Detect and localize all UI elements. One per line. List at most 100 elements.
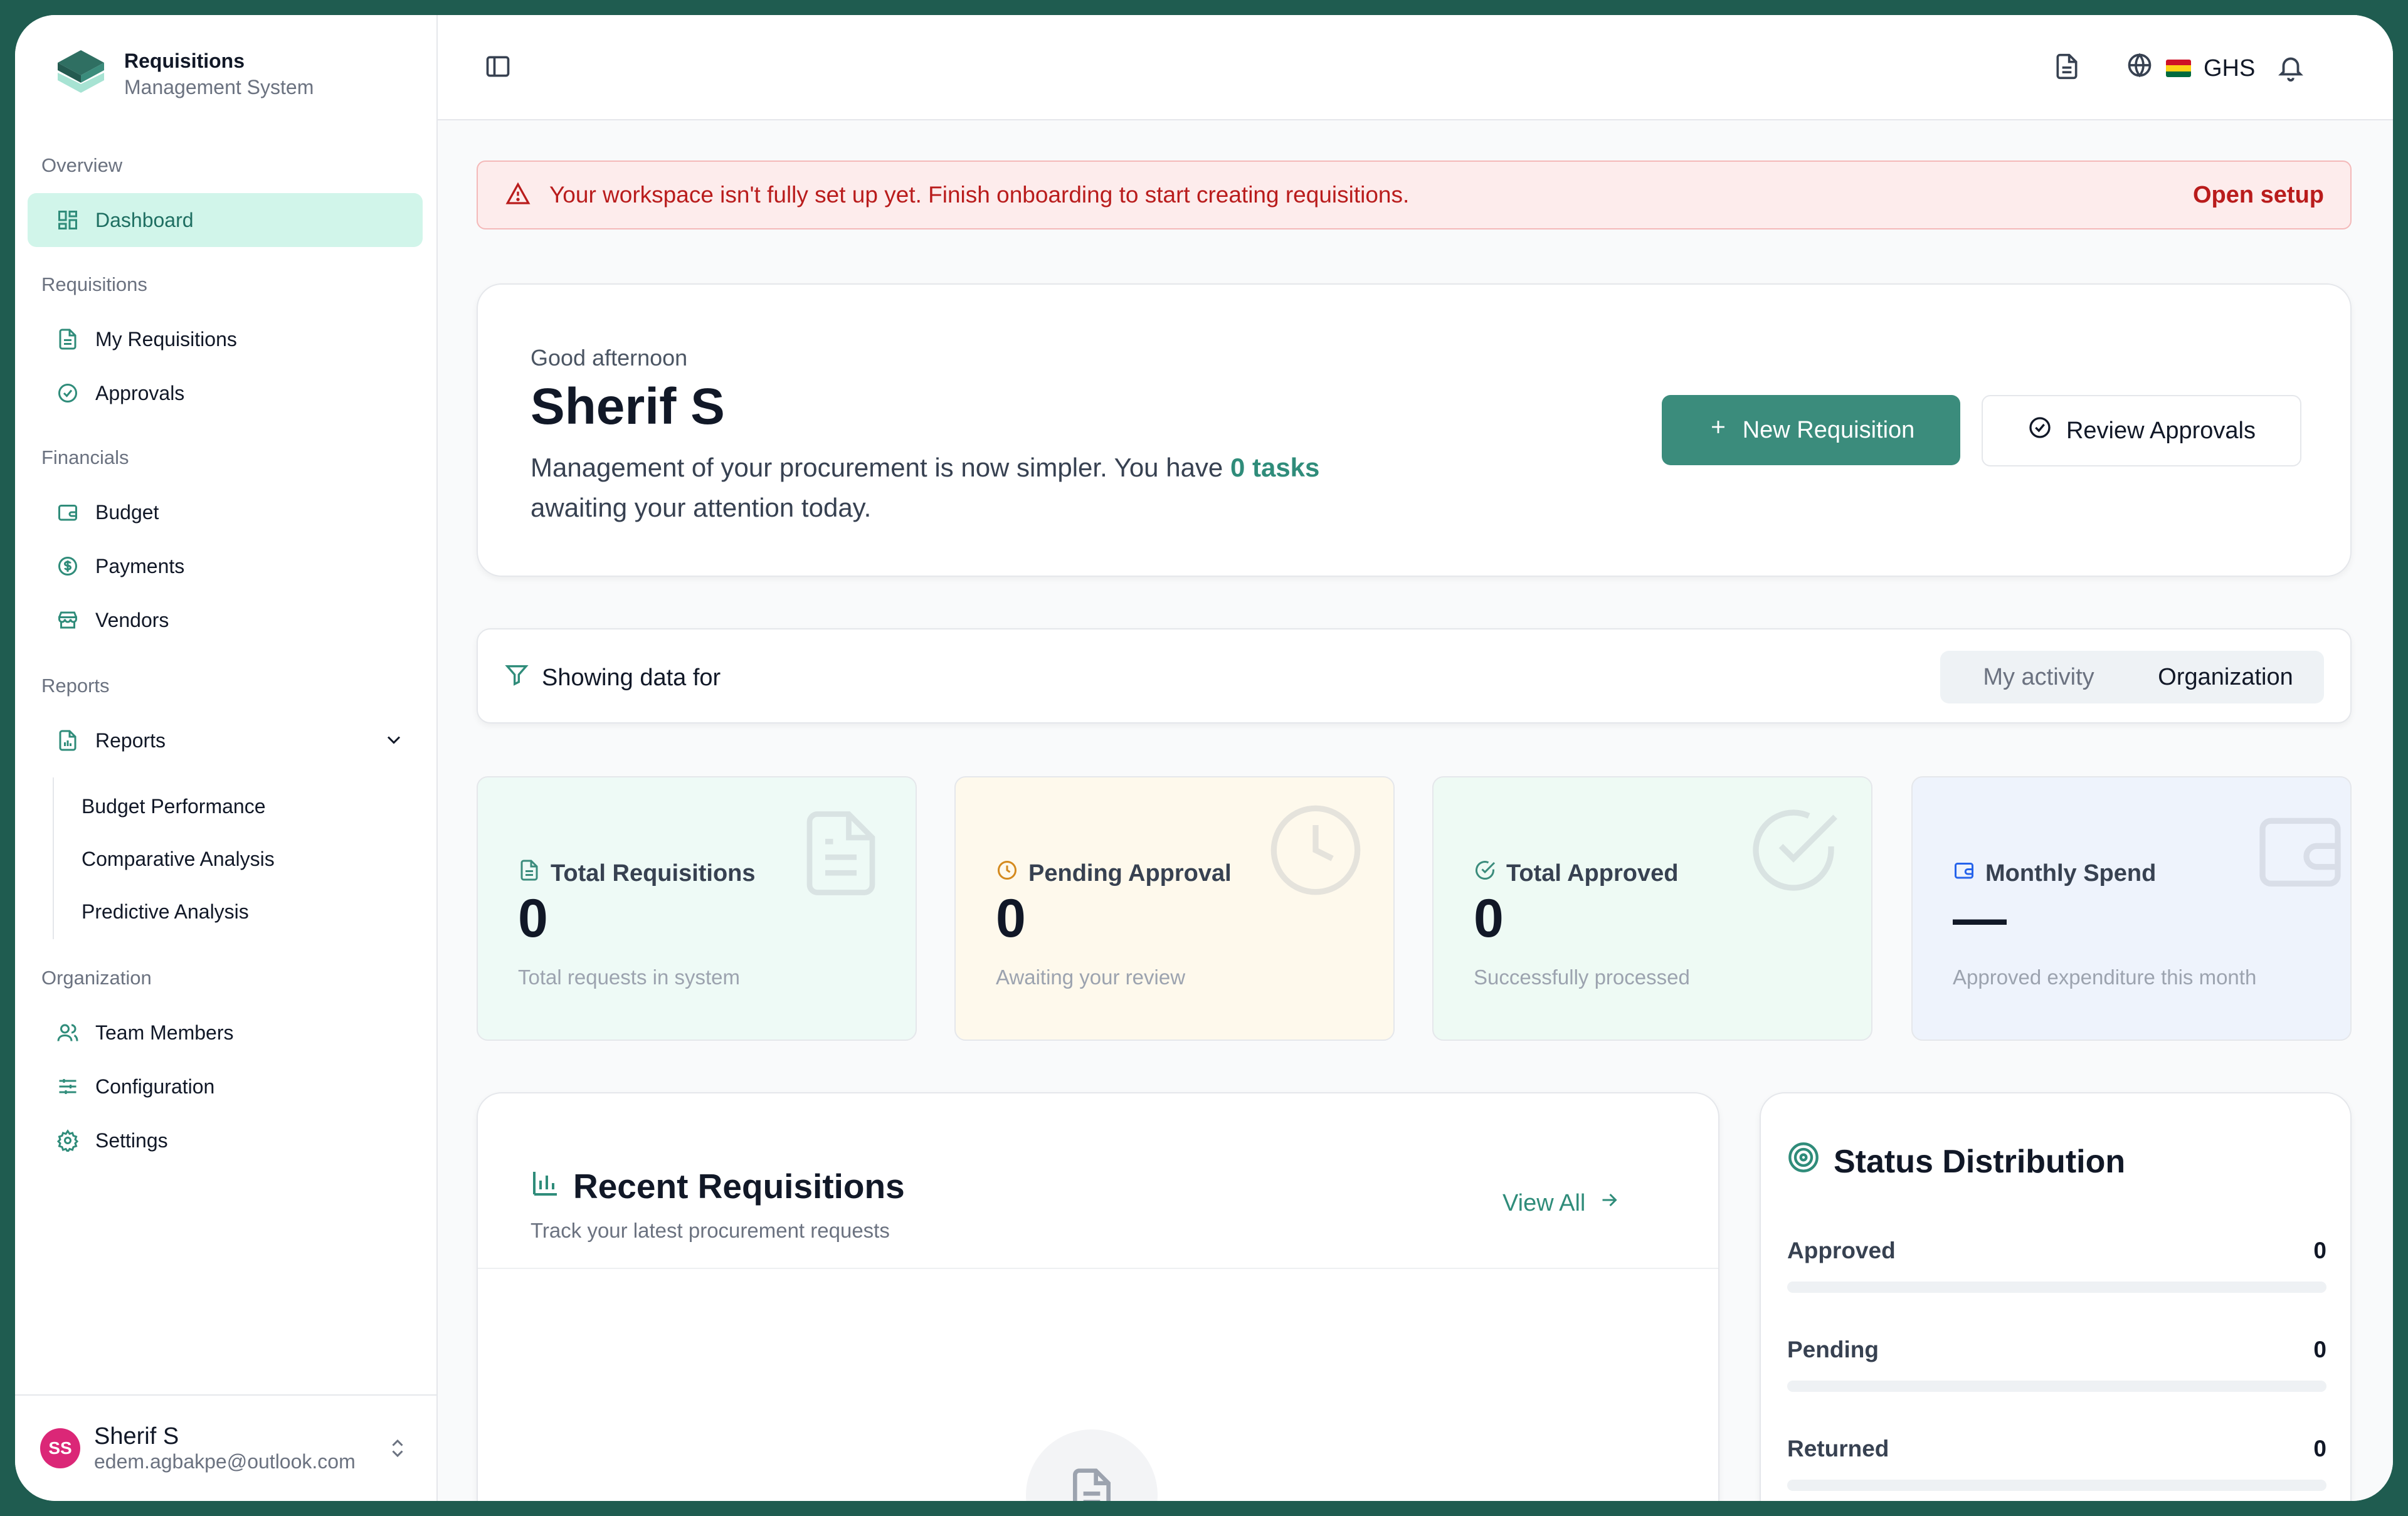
layers-logo-icon: [54, 45, 108, 102]
bar-chart-icon: [531, 1166, 561, 1206]
sidebar-item-label: My Requisitions: [95, 327, 237, 350]
warning-icon: [505, 181, 531, 209]
open-setup-link[interactable]: Open setup: [2193, 182, 2324, 209]
sidebar-item-payments[interactable]: Payments: [28, 539, 423, 593]
recent-subtitle: Track your latest procurement requests: [531, 1219, 890, 1242]
welcome-message: Management of your procurement is now si…: [531, 453, 1320, 522]
section-reports: Reports: [41, 675, 110, 697]
avatar: SS: [40, 1428, 80, 1468]
alert-message: Your workspace isn't fully set up yet. F…: [549, 182, 1410, 208]
stat-title: Total Approved: [1474, 859, 1678, 888]
globe-icon: [2126, 51, 2153, 85]
welcome-card: Good afternoon Sherif S Management of yo…: [477, 283, 2352, 577]
file-text-icon: [55, 327, 80, 352]
sidebar-item-label: Approvals: [95, 381, 185, 404]
sidebar-toggle-icon[interactable]: [484, 53, 512, 83]
sidebar-item-vendors[interactable]: Vendors: [28, 593, 423, 647]
stat-card-pending-approval[interactable]: Pending Approval 0 Awaiting your review: [954, 776, 1395, 1041]
section-overview: Overview: [41, 154, 123, 176]
wallet-icon: [55, 500, 80, 525]
sidebar-item-reports[interactable]: Reports: [28, 713, 423, 767]
user-name: Sherif S: [94, 1423, 179, 1450]
scope-option-organization[interactable]: Organization: [2132, 655, 2319, 699]
document-icon[interactable]: [2053, 53, 2081, 83]
stat-subtitle: Successfully processed: [1474, 966, 1690, 989]
stat-title: Total Requisitions: [518, 859, 756, 888]
sidebar-item-label: Settings: [95, 1129, 168, 1152]
main-content: GHS Your workspace isn't fully set up ye…: [438, 15, 2393, 1501]
progress-bar: [1787, 1480, 2326, 1491]
brand[interactable]: Requisitions Management System: [54, 45, 314, 102]
section-requisitions: Requisitions: [41, 273, 147, 295]
bell-icon[interactable]: [2276, 53, 2305, 85]
arrow-right-icon: [1598, 1189, 1620, 1218]
review-approvals-button[interactable]: Review Approvals: [1982, 395, 2301, 466]
wallet-icon: [1953, 859, 1975, 888]
stat-subtitle: Approved expenditure this month: [1953, 966, 2257, 989]
section-financials: Financials: [41, 446, 129, 468]
stat-value: 0: [1474, 888, 1504, 949]
sidebar-item-label: Payments: [95, 554, 185, 577]
recent-requisitions-card: Recent Requisitions Track your latest pr…: [477, 1092, 1719, 1501]
brand-title: Requisitions: [124, 49, 245, 72]
file-text-icon: [518, 859, 541, 888]
scope-option-my-activity[interactable]: My activity: [1945, 655, 2132, 699]
report-icon: [55, 728, 80, 753]
status-row-returned: Returned 0: [1787, 1436, 2326, 1491]
clock-icon: [996, 859, 1018, 888]
status-row-approved: Approved 0: [1787, 1238, 2326, 1293]
file-text-watermark-icon: [794, 800, 888, 910]
sidebar-subitem-comparative-analysis[interactable]: Comparative Analysis: [82, 848, 275, 871]
check-circle-icon: [2027, 415, 2052, 446]
user-email: edem.agbakpe@outlook.com: [94, 1450, 356, 1473]
view-all-link[interactable]: View All: [1502, 1189, 1620, 1218]
sidebar-item-dashboard[interactable]: Dashboard: [28, 193, 423, 247]
status-row-pending: Pending 0: [1787, 1337, 2326, 1392]
status-title: Status Distribution: [1787, 1141, 2125, 1182]
currency-selector[interactable]: GHS: [2126, 51, 2255, 85]
dollar-circle-icon: [55, 554, 80, 579]
clock-watermark-icon: [1265, 800, 1366, 903]
sidebar-item-budget[interactable]: Budget: [28, 485, 423, 539]
data-scope-filter: Showing data for My activity Organizatio…: [477, 628, 2352, 724]
stat-value: 0: [518, 888, 548, 949]
stat-value: —: [1953, 888, 2007, 949]
plus-icon: [1708, 416, 1729, 444]
stat-card-total-requisitions[interactable]: Total Requisitions 0 Total requests in s…: [477, 776, 917, 1041]
topbar: GHS: [438, 15, 2393, 120]
sidebar-subitem-predictive-analysis[interactable]: Predictive Analysis: [82, 900, 249, 924]
store-icon: [55, 608, 80, 633]
check-circle-icon: [1474, 859, 1496, 888]
stat-card-total-approved[interactable]: Total Approved 0 Successfully processed: [1432, 776, 1872, 1041]
greeting: Good afternoon: [531, 345, 688, 371]
check-circle-watermark-icon: [1743, 800, 1844, 903]
target-icon: [1787, 1141, 1820, 1182]
sidebar-item-team-members[interactable]: Team Members: [28, 1006, 423, 1060]
stat-card-monthly-spend[interactable]: Monthly Spend — Approved expenditure thi…: [1911, 776, 2352, 1041]
recent-title: Recent Requisitions: [531, 1166, 905, 1206]
new-requisition-button[interactable]: New Requisition: [1662, 395, 1960, 465]
chevrons-up-down-icon[interactable]: [386, 1436, 409, 1464]
tasks-count[interactable]: 0 tasks: [1230, 453, 1319, 482]
status-distribution-card: Status Distribution Approved 0 Pending 0…: [1760, 1092, 2352, 1501]
sidebar-item-settings[interactable]: Settings: [28, 1113, 423, 1167]
sidebar-item-my-requisitions[interactable]: My Requisitions: [28, 312, 423, 366]
user-greeting-name: Sherif S: [531, 378, 725, 435]
section-organization: Organization: [41, 967, 152, 989]
sidebar-item-approvals[interactable]: Approvals: [28, 366, 423, 420]
wallet-watermark-icon: [2250, 800, 2350, 903]
setup-alert: Your workspace isn't fully set up yet. F…: [477, 161, 2352, 229]
currency-code: GHS: [2204, 55, 2256, 82]
sidebar-item-label: Configuration: [95, 1075, 215, 1098]
chevron-down-icon[interactable]: [383, 729, 405, 756]
sidebar-item-label: Vendors: [95, 608, 169, 631]
sidebar: Requisitions Management System Overview …: [15, 15, 438, 1501]
user-menu[interactable]: SS Sherif S edem.agbakpe@outlook.com: [15, 1394, 436, 1501]
sidebar-item-configuration[interactable]: Configuration: [28, 1060, 423, 1113]
stat-value: 0: [996, 888, 1026, 949]
sidebar-item-label: Dashboard: [95, 208, 194, 231]
ghana-flag-icon: [2166, 60, 2191, 77]
stat-subtitle: Total requests in system: [518, 966, 740, 989]
check-circle-icon: [55, 381, 80, 406]
sidebar-subitem-budget-performance[interactable]: Budget Performance: [82, 795, 266, 818]
